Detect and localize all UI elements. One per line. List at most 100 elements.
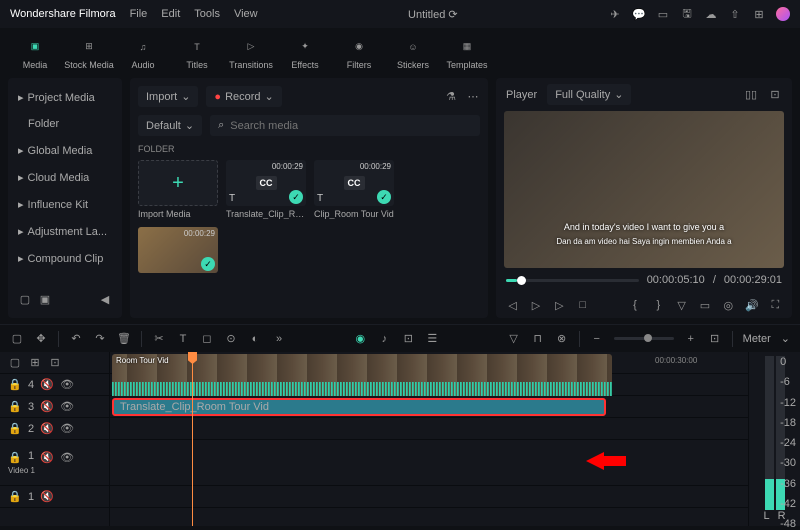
search-box[interactable]: ⌕: [210, 115, 480, 136]
text-icon[interactable]: T: [176, 332, 190, 346]
lock-icon[interactable]: 🔒: [8, 450, 22, 464]
next-frame-icon[interactable]: ▷: [553, 298, 566, 312]
hide-icon[interactable]: 👁: [60, 378, 74, 392]
lock-icon[interactable]: 🔒: [8, 490, 22, 504]
track-3[interactable]: Translate_Clip_Room Tour Vid: [110, 396, 748, 418]
tl-select-icon[interactable]: ▢: [10, 332, 24, 346]
save-icon[interactable]: 🖫: [680, 7, 694, 21]
progress-knob[interactable]: [517, 276, 526, 285]
tl-link-icon[interactable]: ⊗: [555, 332, 569, 346]
mark-in-icon[interactable]: {: [628, 298, 641, 312]
menu-edit[interactable]: Edit: [161, 8, 180, 20]
mute-icon[interactable]: 🔇: [40, 490, 54, 504]
lock-icon[interactable]: 🔒: [8, 400, 22, 414]
tab-audio[interactable]: ♫Audio: [118, 28, 168, 78]
mute-icon[interactable]: 🔇: [40, 450, 54, 464]
tl-hand-icon[interactable]: ✥: [34, 332, 48, 346]
preview-viewport[interactable]: And in today's video I want to give you …: [504, 111, 784, 268]
delete-icon[interactable]: 🗑: [117, 332, 131, 346]
folder-open-icon[interactable]: ▣: [38, 292, 52, 306]
undo-icon[interactable]: ↶: [69, 332, 83, 346]
track-header[interactable]: 🔒2🔇👁: [0, 418, 109, 440]
track-audio-1[interactable]: [110, 486, 748, 508]
compare-icon[interactable]: ▯▯: [744, 88, 758, 102]
quality-dropdown[interactable]: Full Quality⌄: [547, 84, 631, 105]
track-header[interactable]: 🔒1🔇: [0, 486, 109, 508]
stop-icon[interactable]: □: [576, 298, 589, 312]
hide-icon[interactable]: 👁: [60, 422, 74, 436]
snapshot-icon[interactable]: ⊡: [768, 88, 782, 102]
mark-out-icon[interactable]: }: [652, 298, 665, 312]
crop-icon[interactable]: ◻: [200, 332, 214, 346]
hide-icon[interactable]: 👁: [60, 400, 74, 414]
more-tools-icon[interactable]: »: [272, 332, 286, 346]
import-dropdown[interactable]: Import⌄: [138, 86, 198, 107]
render-icon[interactable]: ⊡: [401, 332, 415, 346]
lock-icon[interactable]: 🔒: [8, 378, 22, 392]
folder-new-icon[interactable]: ▢: [18, 292, 32, 306]
menu-file[interactable]: File: [130, 8, 148, 20]
volume-icon[interactable]: 🔊: [745, 298, 759, 312]
track-2[interactable]: [110, 418, 748, 440]
tab-titles[interactable]: TTitles: [172, 28, 222, 78]
track-video-1[interactable]: Room Tour Vid: [110, 440, 748, 486]
playhead[interactable]: [192, 352, 193, 526]
tab-stock[interactable]: ⊞Stock Media: [64, 28, 114, 78]
track-header[interactable]: 🔒3🔇👁: [0, 396, 109, 418]
zoom-slider[interactable]: [614, 337, 674, 340]
grid-icon[interactable]: ⊞: [752, 7, 766, 21]
cloud-icon[interactable]: ☁: [704, 7, 718, 21]
zoom-in-icon[interactable]: +: [684, 332, 698, 346]
screen-icon[interactable]: ▭: [656, 7, 670, 21]
color-icon[interactable]: ◐: [248, 332, 262, 346]
user-avatar[interactable]: [776, 7, 790, 21]
tab-templates[interactable]: ▦Templates: [442, 28, 492, 78]
track-header[interactable]: 🔒4🔇👁: [0, 374, 109, 396]
tab-filters[interactable]: ◉Filters: [334, 28, 384, 78]
chat-icon[interactable]: 💬: [632, 7, 646, 21]
tl-opt3-icon[interactable]: ⊡: [48, 356, 62, 370]
sort-dropdown[interactable]: Default⌄: [138, 115, 202, 136]
tl-marker-icon[interactable]: ▽: [507, 332, 521, 346]
lock-icon[interactable]: 🔒: [8, 422, 22, 436]
tab-media[interactable]: ▣Media: [10, 28, 60, 78]
marker-icon[interactable]: ▽: [675, 298, 688, 312]
media-item[interactable]: 00:00:29TCC✓ Translate_Clip_Room T...: [226, 160, 306, 219]
filter-icon[interactable]: ⚗: [444, 90, 458, 104]
speed-icon[interactable]: ⊙: [224, 332, 238, 346]
zoom-fit-icon[interactable]: ⊡: [708, 332, 722, 346]
menu-tools[interactable]: Tools: [194, 8, 220, 20]
more-icon[interactable]: ⋯: [466, 90, 480, 104]
video-clip[interactable]: Room Tour Vid: [112, 354, 612, 396]
tab-stickers[interactable]: ☺Stickers: [388, 28, 438, 78]
mixer-icon[interactable]: ☰: [425, 332, 439, 346]
sidebar-item-folder[interactable]: Folder: [8, 111, 122, 137]
camera-icon[interactable]: ◎: [722, 298, 735, 312]
sidebar-item-global[interactable]: ▸Global Media: [8, 137, 122, 164]
track-header-video[interactable]: 🔒1🔇👁 Video 1: [0, 440, 109, 486]
media-item[interactable]: 00:00:29✓: [138, 227, 218, 276]
sidebar-item-adjust[interactable]: ▸Adjustment La...: [8, 218, 122, 245]
zoom-out-icon[interactable]: −: [590, 332, 604, 346]
audio-tool-icon[interactable]: ♪: [377, 332, 391, 346]
zoom-knob[interactable]: [644, 334, 652, 342]
ai-icon[interactable]: ◉: [353, 332, 367, 346]
tl-opt1-icon[interactable]: ▢: [8, 356, 22, 370]
tl-snap-icon[interactable]: ⊓: [531, 332, 545, 346]
clip-highlighted[interactable]: Translate_Clip_Room Tour Vid: [112, 398, 606, 416]
record-dropdown[interactable]: ●Record⌄: [206, 86, 281, 107]
media-item[interactable]: 00:00:29TCC✓ Clip_Room Tour Vid: [314, 160, 394, 219]
sidebar-item-project[interactable]: ▸Project Media: [8, 84, 122, 111]
hide-icon[interactable]: 👁: [60, 450, 74, 464]
export-icon[interactable]: ⇧: [728, 7, 742, 21]
split-icon[interactable]: ✂: [152, 332, 166, 346]
sidebar-item-cloud[interactable]: ▸Cloud Media: [8, 164, 122, 191]
search-input[interactable]: [230, 120, 472, 132]
redo-icon[interactable]: ↷: [93, 332, 107, 346]
fullscreen-icon[interactable]: ⛶: [769, 298, 782, 312]
tab-transitions[interactable]: ▷Transitions: [226, 28, 276, 78]
tl-opt2-icon[interactable]: ⊞: [28, 356, 42, 370]
send-icon[interactable]: ✈: [608, 7, 622, 21]
sidebar-item-influence[interactable]: ▸Influence Kit: [8, 191, 122, 218]
progress-bar[interactable]: [506, 279, 639, 282]
